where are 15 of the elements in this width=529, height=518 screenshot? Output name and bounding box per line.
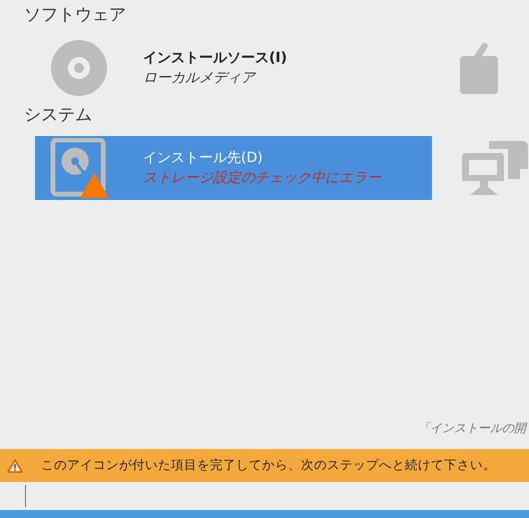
spoke-item[interactable]: インストールソース(I) ローカルメディア	[35, 36, 432, 100]
hint-text: 「インストールの開	[418, 420, 526, 437]
disc-icon	[49, 38, 109, 98]
spoke-status: ストレージ設定のチェック中にエラー	[143, 169, 381, 188]
section-heading: システム	[24, 104, 93, 126]
package-icon	[458, 42, 500, 94]
section-heading: ソフトウェア	[24, 4, 127, 26]
network-icon	[462, 139, 529, 197]
spoke-title: インストールソース(I)	[143, 49, 288, 68]
hard-drive-icon	[50, 138, 106, 197]
text-cursor	[25, 485, 26, 507]
warning-icon	[7, 458, 23, 472]
warning-message: このアイコンが付いた項目を完了してから、次のステップへと続けて下さい。	[41, 456, 496, 474]
spoke-title: インストール先(D)	[143, 149, 264, 168]
spoke-status: ローカルメディア	[143, 69, 257, 88]
